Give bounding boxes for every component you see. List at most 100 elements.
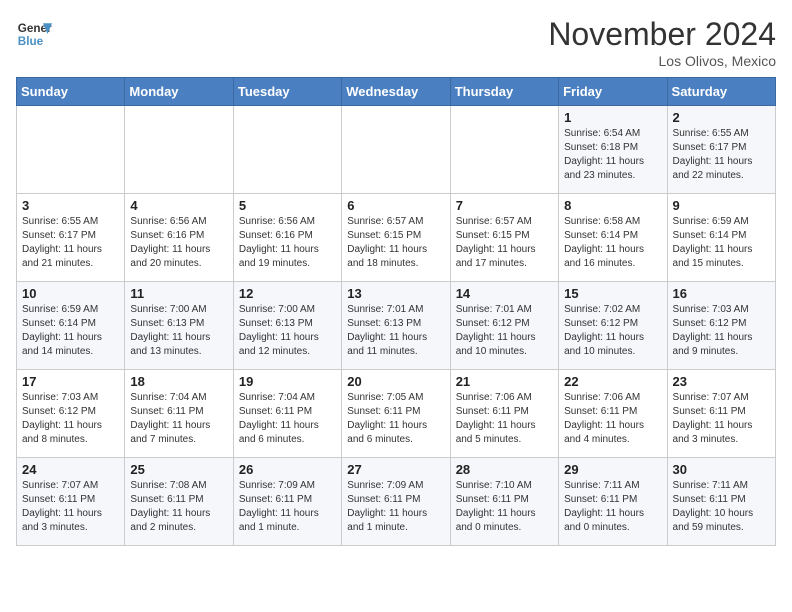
day-number: 28 bbox=[456, 462, 553, 477]
calendar-cell: 6Sunrise: 6:57 AM Sunset: 6:15 PM Daylig… bbox=[342, 194, 450, 282]
day-number: 12 bbox=[239, 286, 336, 301]
calendar-cell: 8Sunrise: 6:58 AM Sunset: 6:14 PM Daylig… bbox=[559, 194, 667, 282]
day-info: Sunrise: 7:08 AM Sunset: 6:11 PM Dayligh… bbox=[130, 479, 227, 535]
calendar-cell: 4 Sunrise: 6:56 AM Sunset: 6:16 PM Daylig… bbox=[125, 194, 233, 282]
calendar-cell: 15 Sunrise: 7:02 AM Sunset: 6:12 PM Dayli… bbox=[559, 282, 667, 370]
calendar-cell: 18 Sunrise: 7:04 AM Sunset: 6:11 PM Dayli… bbox=[125, 370, 233, 458]
day-number: 18 bbox=[130, 374, 227, 389]
day-number: 5 bbox=[239, 198, 336, 213]
calendar-cell: 12Sunrise: 7:00 AM Sunset: 6:13 PM Dayli… bbox=[233, 282, 341, 370]
day-info: Sunrise: 7:09 AM Sunset: 6:11 PM Dayligh… bbox=[239, 479, 336, 535]
calendar-cell bbox=[125, 106, 233, 194]
day-info: Sunrise: 6:59 AM Sunset: 6:14 PM Dayligh… bbox=[673, 215, 770, 271]
calendar-cell bbox=[233, 106, 341, 194]
calendar-cell: 10 Sunrise: 6:59 AM Sunset: 6:14 PM Dayli… bbox=[17, 282, 125, 370]
logo: General Blue bbox=[16, 16, 52, 52]
day-info: Sunrise: 7:05 AM Sunset: 6:11 PM Dayligh… bbox=[347, 391, 444, 447]
day-number: 26 bbox=[239, 462, 336, 477]
calendar-cell: 24 Sunrise: 7:07 AM Sunset: 6:11 PM Dayli… bbox=[17, 458, 125, 546]
day-number: 27 bbox=[347, 462, 444, 477]
day-number: 10 bbox=[22, 286, 119, 301]
day-number: 24 bbox=[22, 462, 119, 477]
day-number: 21 bbox=[456, 374, 553, 389]
calendar-cell: 20 Sunrise: 7:05 AM Sunset: 6:11 PM Dayli… bbox=[342, 370, 450, 458]
calendar-table: SundayMondayTuesdayWednesdayThursdayFrid… bbox=[16, 77, 776, 546]
day-number: 17 bbox=[22, 374, 119, 389]
day-number: 1 bbox=[564, 110, 661, 125]
day-number: 20 bbox=[347, 374, 444, 389]
calendar-cell: 13 Sunrise: 7:01 AM Sunset: 6:13 PM Dayli… bbox=[342, 282, 450, 370]
svg-text:Blue: Blue bbox=[18, 35, 44, 48]
day-info: Sunrise: 7:06 AM Sunset: 6:11 PM Dayligh… bbox=[564, 391, 661, 447]
day-number: 13 bbox=[347, 286, 444, 301]
day-info: Sunrise: 7:07 AM Sunset: 6:11 PM Dayligh… bbox=[22, 479, 119, 535]
calendar-week-2: 3 Sunrise: 6:55 AM Sunset: 6:17 PM Daylig… bbox=[17, 194, 776, 282]
calendar-week-1: 1 Sunrise: 6:54 AM Sunset: 6:18 PM Daylig… bbox=[17, 106, 776, 194]
day-info: Sunrise: 7:04 AM Sunset: 6:11 PM Dayligh… bbox=[130, 391, 227, 447]
day-info: Sunrise: 6:57 AM Sunset: 6:15 PM Dayligh… bbox=[347, 215, 444, 271]
day-info: Sunrise: 7:04 AM Sunset: 6:11 PM Dayligh… bbox=[239, 391, 336, 447]
day-info: Sunrise: 7:06 AM Sunset: 6:11 PM Dayligh… bbox=[456, 391, 553, 447]
day-number: 19 bbox=[239, 374, 336, 389]
day-number: 7 bbox=[456, 198, 553, 213]
day-info: Sunrise: 6:56 AM Sunset: 6:16 PM Dayligh… bbox=[130, 215, 227, 271]
day-info: Sunrise: 7:03 AM Sunset: 6:12 PM Dayligh… bbox=[22, 391, 119, 447]
location: Los Olivos, Mexico bbox=[548, 53, 776, 69]
calendar-cell: 17 Sunrise: 7:03 AM Sunset: 6:12 PM Dayli… bbox=[17, 370, 125, 458]
calendar-cell: 22 Sunrise: 7:06 AM Sunset: 6:11 PM Dayli… bbox=[559, 370, 667, 458]
day-number: 14 bbox=[456, 286, 553, 301]
calendar-cell: 2Sunrise: 6:55 AM Sunset: 6:17 PM Daylig… bbox=[667, 106, 775, 194]
calendar-cell: 25 Sunrise: 7:08 AM Sunset: 6:11 PM Dayli… bbox=[125, 458, 233, 546]
day-info: Sunrise: 7:01 AM Sunset: 6:13 PM Dayligh… bbox=[347, 303, 444, 359]
col-header-thursday: Thursday bbox=[450, 78, 558, 106]
logo-icon: General Blue bbox=[16, 16, 52, 52]
col-header-tuesday: Tuesday bbox=[233, 78, 341, 106]
calendar-cell bbox=[450, 106, 558, 194]
col-header-friday: Friday bbox=[559, 78, 667, 106]
day-info: Sunrise: 6:59 AM Sunset: 6:14 PM Dayligh… bbox=[22, 303, 119, 359]
day-number: 16 bbox=[673, 286, 770, 301]
day-info: Sunrise: 7:02 AM Sunset: 6:12 PM Dayligh… bbox=[564, 303, 661, 359]
day-info: Sunrise: 6:56 AM Sunset: 6:16 PM Dayligh… bbox=[239, 215, 336, 271]
day-info: Sunrise: 7:00 AM Sunset: 6:13 PM Dayligh… bbox=[130, 303, 227, 359]
day-number: 29 bbox=[564, 462, 661, 477]
day-number: 15 bbox=[564, 286, 661, 301]
day-number: 25 bbox=[130, 462, 227, 477]
day-info: Sunrise: 7:07 AM Sunset: 6:11 PM Dayligh… bbox=[673, 391, 770, 447]
col-header-saturday: Saturday bbox=[667, 78, 775, 106]
calendar-cell: 30 Sunrise: 7:11 AM Sunset: 6:11 PM Dayli… bbox=[667, 458, 775, 546]
day-info: Sunrise: 6:58 AM Sunset: 6:14 PM Dayligh… bbox=[564, 215, 661, 271]
calendar-cell bbox=[17, 106, 125, 194]
day-info: Sunrise: 7:11 AM Sunset: 6:11 PM Dayligh… bbox=[564, 479, 661, 535]
day-number: 30 bbox=[673, 462, 770, 477]
day-info: Sunrise: 7:11 AM Sunset: 6:11 PM Dayligh… bbox=[673, 479, 770, 535]
calendar-week-4: 17 Sunrise: 7:03 AM Sunset: 6:12 PM Dayli… bbox=[17, 370, 776, 458]
title-block: November 2024 Los Olivos, Mexico bbox=[548, 16, 776, 69]
calendar-cell: 21 Sunrise: 7:06 AM Sunset: 6:11 PM Dayli… bbox=[450, 370, 558, 458]
day-number: 4 bbox=[130, 198, 227, 213]
calendar-cell: 3 Sunrise: 6:55 AM Sunset: 6:17 PM Daylig… bbox=[17, 194, 125, 282]
calendar-cell: 23Sunrise: 7:07 AM Sunset: 6:11 PM Dayli… bbox=[667, 370, 775, 458]
day-number: 3 bbox=[22, 198, 119, 213]
calendar-cell: 5 Sunrise: 6:56 AM Sunset: 6:16 PM Daylig… bbox=[233, 194, 341, 282]
day-info: Sunrise: 6:57 AM Sunset: 6:15 PM Dayligh… bbox=[456, 215, 553, 271]
day-info: Sunrise: 7:10 AM Sunset: 6:11 PM Dayligh… bbox=[456, 479, 553, 535]
day-info: Sunrise: 6:55 AM Sunset: 6:17 PM Dayligh… bbox=[673, 127, 770, 183]
calendar-header-row: SundayMondayTuesdayWednesdayThursdayFrid… bbox=[17, 78, 776, 106]
calendar-cell: 11 Sunrise: 7:00 AM Sunset: 6:13 PM Dayli… bbox=[125, 282, 233, 370]
calendar-cell: 7 Sunrise: 6:57 AM Sunset: 6:15 PM Daylig… bbox=[450, 194, 558, 282]
calendar-cell: 14Sunrise: 7:01 AM Sunset: 6:12 PM Dayli… bbox=[450, 282, 558, 370]
calendar-cell: 26 Sunrise: 7:09 AM Sunset: 6:11 PM Dayli… bbox=[233, 458, 341, 546]
day-info: Sunrise: 6:54 AM Sunset: 6:18 PM Dayligh… bbox=[564, 127, 661, 183]
day-info: Sunrise: 7:03 AM Sunset: 6:12 PM Dayligh… bbox=[673, 303, 770, 359]
day-number: 11 bbox=[130, 286, 227, 301]
calendar-cell: 29 Sunrise: 7:11 AM Sunset: 6:11 PM Dayli… bbox=[559, 458, 667, 546]
day-number: 22 bbox=[564, 374, 661, 389]
calendar-week-3: 10 Sunrise: 6:59 AM Sunset: 6:14 PM Dayli… bbox=[17, 282, 776, 370]
day-info: Sunrise: 6:55 AM Sunset: 6:17 PM Dayligh… bbox=[22, 215, 119, 271]
calendar-cell: 27 Sunrise: 7:09 AM Sunset: 6:11 PM Dayli… bbox=[342, 458, 450, 546]
day-info: Sunrise: 7:09 AM Sunset: 6:11 PM Dayligh… bbox=[347, 479, 444, 535]
col-header-sunday: Sunday bbox=[17, 78, 125, 106]
calendar-cell bbox=[342, 106, 450, 194]
col-header-wednesday: Wednesday bbox=[342, 78, 450, 106]
